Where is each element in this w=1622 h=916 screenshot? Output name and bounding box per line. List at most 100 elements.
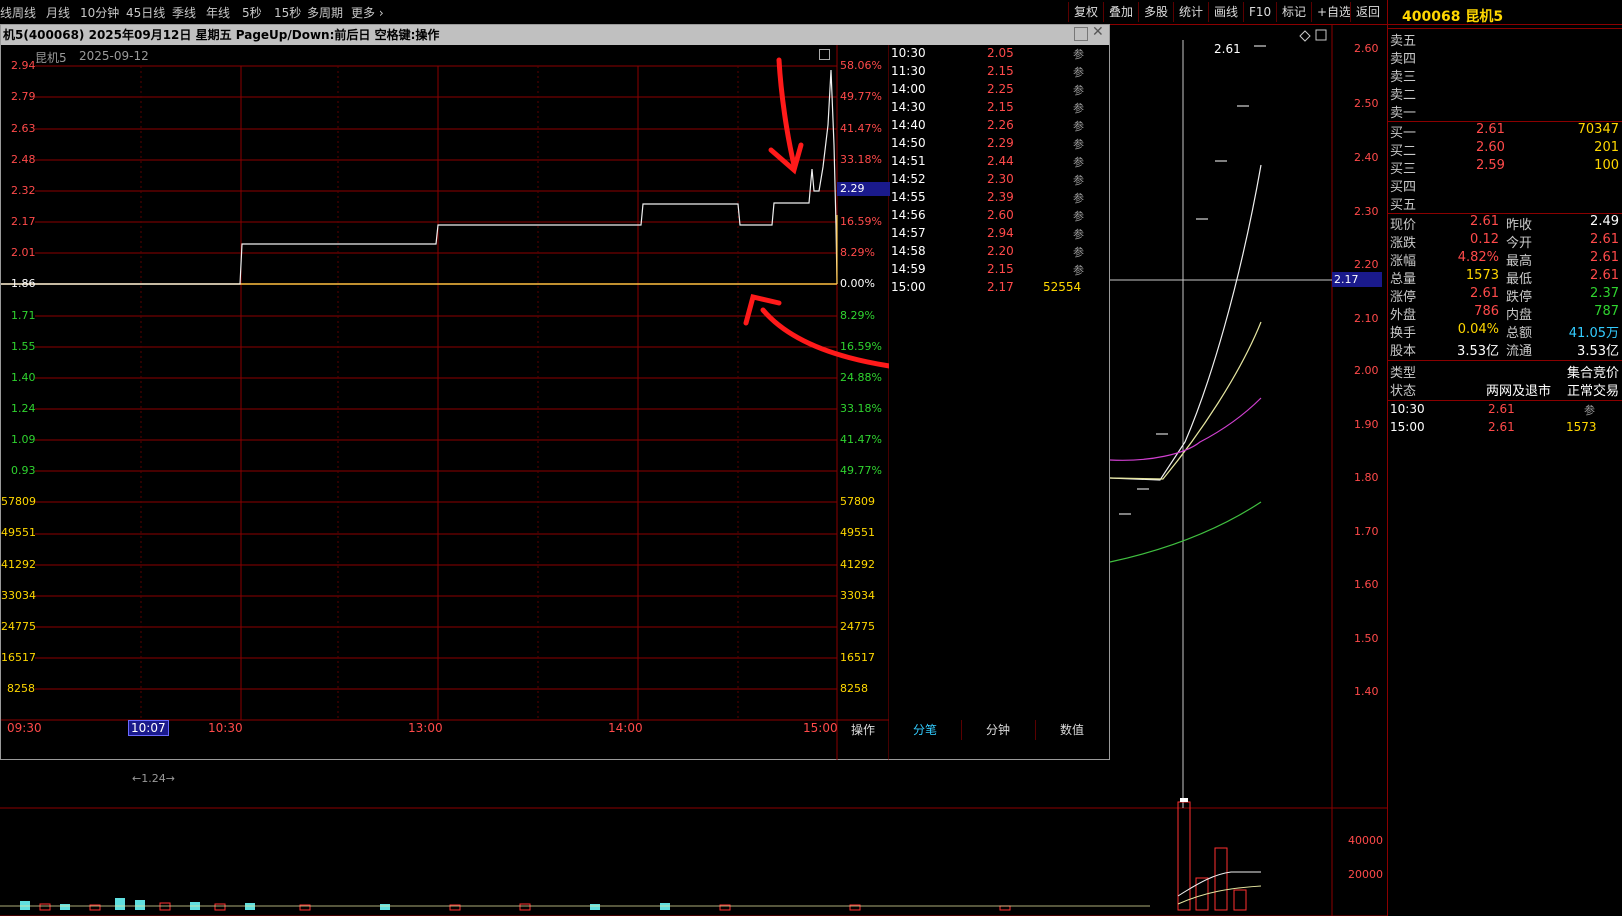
toolbar-back[interactable]: 返回 <box>1350 2 1385 22</box>
price-label-1-55: 1.55 <box>11 340 36 353</box>
diamond-icon <box>1299 30 1311 42</box>
trade-price: 2.61 <box>1488 420 1515 434</box>
tab-ticks[interactable]: 分笔 <box>889 720 962 740</box>
tick-row: 10:30 2.05 参 <box>891 46 1097 64</box>
pct-label-12: 41.47% <box>840 433 882 446</box>
toolbar-more[interactable]: 更多 › <box>351 4 384 21</box>
vol-label-left-5: 16517 <box>1 651 36 664</box>
tick-row: 14:56 2.60 参 <box>891 208 1097 226</box>
toolbar-yearly[interactable]: 年线 <box>206 4 230 21</box>
toolbar-45day[interactable]: 45日线 <box>126 4 165 21</box>
toolbar-f10[interactable]: F10 <box>1243 2 1276 22</box>
sell-row: 卖一 <box>1388 102 1622 121</box>
toolbar-overlay[interactable]: 叠加 <box>1103 2 1138 22</box>
tick-volume: 52554 <box>1043 280 1082 294</box>
tick-tag: 参 <box>1073 210 1084 223</box>
stat-label: 最低 <box>1506 272 1533 287</box>
buy-label: 买五 <box>1390 198 1417 213</box>
kline-low-label: ←1.24→ <box>132 772 175 785</box>
toolbar-5sec[interactable]: 5秒 <box>242 4 262 21</box>
top-toolbar: 线 周线 月线 10分钟 45日线 季线 年线 5秒 15秒 多周期 更多 › … <box>0 0 1622 25</box>
price-label-2-94: 2.94 <box>11 59 36 72</box>
tick-time: 14:58 <box>891 244 926 258</box>
kline-y-1-80: 1.80 <box>1354 471 1379 484</box>
tick-row: 14:59 2.15 参 <box>891 262 1097 280</box>
toolbar-monthly[interactable]: 月线 <box>46 4 70 21</box>
tick-tag: 参 <box>1073 120 1084 133</box>
stat-label: 跌停 <box>1506 290 1533 305</box>
tab-operate[interactable]: 操作 <box>837 720 889 740</box>
buy-volume: 201 <box>1594 140 1619 155</box>
tab-minutes[interactable]: 分钟 <box>961 720 1036 740</box>
trade-row: 10:30 2.61 参 <box>1388 402 1622 420</box>
close-icon[interactable]: ✕ <box>1092 24 1104 40</box>
type-value: 集合竞价 <box>1566 366 1619 381</box>
stat-row: 涨停 2.61 跌停 2.37 <box>1388 286 1622 305</box>
price-label-1-40: 1.40 <box>11 371 36 384</box>
maximize-icon[interactable] <box>1074 27 1088 41</box>
kline-vol-40000: 40000 <box>1348 834 1383 847</box>
pct-label-6: 8.29% <box>840 246 875 259</box>
price-label-2-79: 2.79 <box>11 90 36 103</box>
stat-row: 换手 0.04% 总额 41.05万 <box>1388 322 1622 341</box>
toolbar-quarterly[interactable]: 季线 <box>172 4 196 21</box>
toolbar-draw-line[interactable]: 画线 <box>1208 2 1243 22</box>
intraday-popup-window[interactable]: 机5(400068) 2025年09月12日 星期五 PageUp/Down:前… <box>0 24 1110 760</box>
tab-values[interactable]: 数值 <box>1035 720 1109 740</box>
toolbar-15sec[interactable]: 15秒 <box>274 4 301 21</box>
buy-row: 买二 2.60 201 <box>1388 140 1622 159</box>
tick-price: 2.25 <box>987 82 1014 96</box>
stat-label: 外盘 <box>1390 308 1417 323</box>
kline-low-value: 1.24 <box>141 772 166 785</box>
vol-label-right-6: 8258 <box>840 682 868 695</box>
stat-row: 现价 2.61 昨收 2.49 <box>1388 214 1622 233</box>
stat-label: 总量 <box>1390 272 1417 287</box>
tick-row: 14:50 2.29 参 <box>891 136 1097 154</box>
toolbar-item-fragment[interactable]: 线 <box>0 4 12 21</box>
tick-tag: 参 <box>1073 84 1084 97</box>
price-label-2-32: 2.32 <box>11 184 36 197</box>
tick-tag: 参 <box>1073 264 1084 277</box>
time-label-0930: 09:30 <box>7 721 42 735</box>
stat-value: 3.53亿 <box>1577 344 1619 359</box>
tick-time: 11:30 <box>891 64 926 78</box>
price-badge: 2.29 <box>837 182 890 196</box>
window-icon <box>1315 29 1327 41</box>
quote-panel: 400068 昆机5 卖五 卖四 卖三 卖二 卖一 买一 2.61 70347 买二… <box>1387 0 1622 916</box>
stat-value: 4.82% <box>1457 250 1499 265</box>
toolbar-multi-stock[interactable]: 多股 <box>1138 2 1173 22</box>
time-label-1500: 15:00 <box>803 721 838 735</box>
sell-label: 卖一 <box>1390 106 1417 121</box>
buy-volume: 70347 <box>1577 122 1619 137</box>
kline-y-1-50: 1.50 <box>1354 632 1379 645</box>
buy-price: 2.60 <box>1476 140 1505 155</box>
stat-label: 昨收 <box>1506 218 1533 233</box>
trade-volume: 1573 <box>1566 420 1597 434</box>
price-label-2-01: 2.01 <box>11 246 36 259</box>
price-label-1-09: 1.09 <box>11 433 36 446</box>
toolbar-weekly[interactable]: 周线 <box>12 4 36 21</box>
toolbar-statistics[interactable]: 统计 <box>1173 2 1208 22</box>
toolbar-10min[interactable]: 10分钟 <box>80 4 119 21</box>
tick-tag: 参 <box>1073 156 1084 169</box>
tick-tag: 参 <box>1073 228 1084 241</box>
price-label-1-86: 1.86 <box>11 277 36 290</box>
tick-tag: 参 <box>1073 174 1084 187</box>
type-label: 类型 <box>1390 366 1417 381</box>
vol-label-right-1: 49551 <box>840 526 875 539</box>
sell-label: 卖五 <box>1390 34 1417 49</box>
status-label: 状态 <box>1390 384 1417 399</box>
vol-label-left-2: 41292 <box>1 558 36 571</box>
toolbar-mark[interactable]: 标记 <box>1276 2 1311 22</box>
toolbar-restore-rights[interactable]: 复权 <box>1068 2 1103 22</box>
tick-row: 14:51 2.44 参 <box>891 154 1097 172</box>
tick-time: 14:52 <box>891 172 926 186</box>
stat-label: 总额 <box>1506 326 1533 341</box>
stat-label: 涨跌 <box>1390 236 1417 251</box>
vol-label-right-4: 24775 <box>840 620 875 633</box>
pct-label-9: 16.59% <box>840 340 882 353</box>
tick-price: 2.26 <box>987 118 1014 132</box>
toolbar-multiperiod[interactable]: 多周期 <box>307 4 343 21</box>
vol-label-left-3: 33034 <box>1 589 36 602</box>
toolbar-more-label: 更多 <box>351 6 376 20</box>
